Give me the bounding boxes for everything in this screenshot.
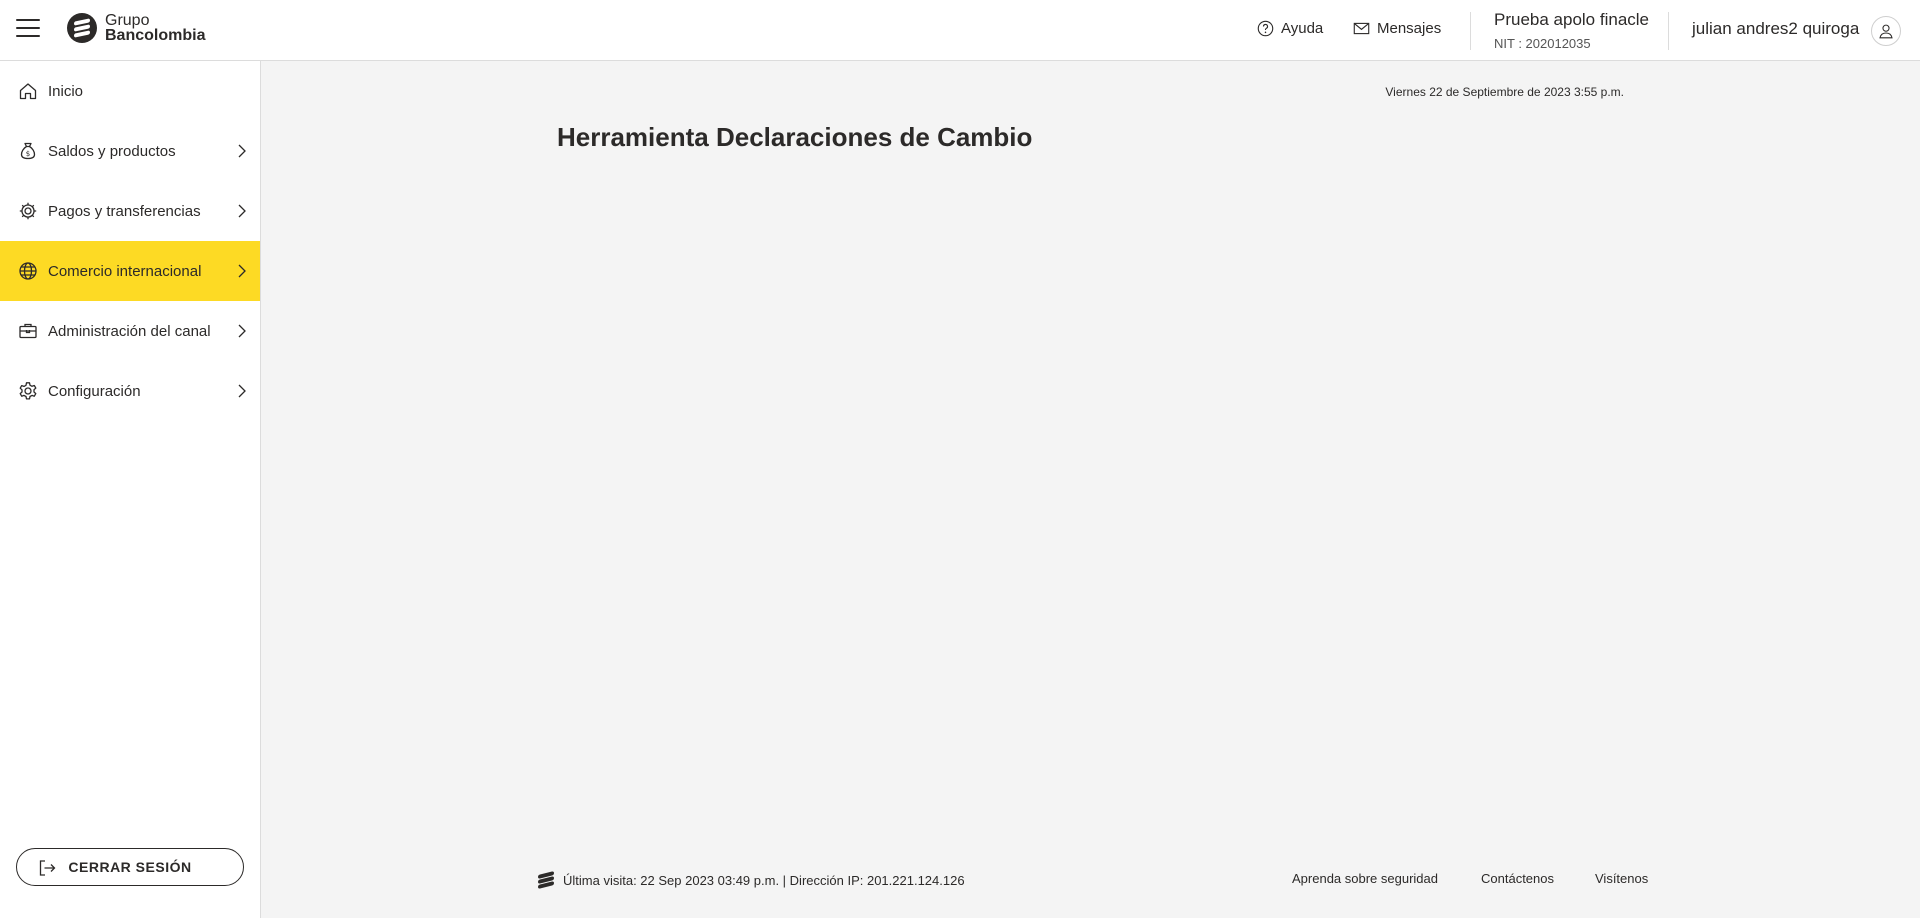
bancolombia-logo[interactable]: Grupo Bancolombia [67, 12, 206, 44]
sidebar-item-saldos[interactable]: $ Saldos y productos [0, 121, 260, 181]
company-name: Prueba apolo finacle [1494, 10, 1650, 29]
sidebar-item-configuracion[interactable]: Configuración [0, 361, 260, 421]
header-divider [1668, 12, 1669, 50]
help-link[interactable]: Ayuda [1257, 20, 1323, 37]
sidebar-item-inicio[interactable]: Inicio [0, 61, 260, 121]
sidebar-item-label: Comercio internacional [48, 262, 202, 280]
logo-text-line1: Grupo [105, 12, 150, 29]
last-visit-text: Última visita: 22 Sep 2023 03:49 p.m. | … [563, 872, 965, 888]
home-icon [18, 81, 38, 101]
logout-button[interactable]: CERRAR SESIÓN [16, 848, 244, 886]
chevron-right-icon [238, 324, 246, 338]
sidebar-item-comercio-internacional[interactable]: Comercio internacional [0, 241, 260, 301]
page-title: Herramienta Declaraciones de Cambio [557, 122, 1033, 152]
header-divider [1470, 12, 1471, 50]
sidebar-item-pagos[interactable]: Pagos y transferencias [0, 181, 260, 241]
svg-text:$: $ [26, 150, 30, 158]
current-datetime: Viernes 22 de Septiembre de 2023 3:55 p.… [1385, 85, 1624, 99]
user-icon [1879, 24, 1893, 39]
chevron-right-icon [238, 264, 246, 278]
logo-mark-icon [67, 13, 97, 43]
briefcase-icon [18, 321, 38, 341]
sidebar-item-administracion[interactable]: Administración del canal [0, 301, 260, 361]
footer-link-contact[interactable]: Contáctenos [1481, 871, 1554, 886]
chevron-right-icon [238, 204, 246, 218]
sidebar-item-label: Saldos y productos [48, 142, 176, 160]
help-circle-icon [1257, 20, 1274, 37]
logout-icon [39, 860, 56, 876]
user-name: julian andres2 quiroga [1692, 19, 1860, 38]
top-header: Grupo Bancolombia Ayuda Mensajes Prueba … [0, 0, 1920, 61]
sidebar: Inicio $ Saldos y productos Pagos y tran… [0, 61, 261, 918]
payments-gear-icon [18, 201, 38, 221]
chevron-right-icon [238, 144, 246, 158]
chevron-right-icon [238, 384, 246, 398]
sidebar-item-label: Administración del canal [48, 322, 211, 340]
logo-text-line2: Bancolombia [105, 27, 206, 44]
user-avatar[interactable] [1871, 16, 1901, 46]
sidebar-item-label: Configuración [48, 382, 141, 400]
money-bag-icon: $ [18, 141, 38, 161]
gear-icon [18, 381, 38, 401]
sidebar-item-label: Inicio [48, 82, 84, 100]
sidebar-item-label: Pagos y transferencias [48, 202, 201, 220]
company-info: Prueba apolo finacle NIT : 202012035 [1494, 10, 1649, 51]
footer-link-security[interactable]: Aprenda sobre seguridad [1292, 871, 1438, 886]
messages-link[interactable]: Mensajes [1353, 20, 1441, 37]
footer-link-visit[interactable]: Visítenos [1595, 871, 1648, 886]
bancolombia-mini-logo-icon [537, 871, 555, 889]
logout-label: CERRAR SESIÓN [68, 859, 192, 875]
footer-last-visit: Última visita: 22 Sep 2023 03:49 p.m. | … [537, 871, 965, 889]
company-nit: NIT : 202012035 [1494, 36, 1591, 51]
globe-icon [18, 261, 38, 281]
envelope-icon [1353, 22, 1370, 35]
menu-hamburger-icon[interactable] [16, 19, 40, 39]
messages-label: Mensajes [1377, 20, 1442, 37]
help-label: Ayuda [1281, 20, 1324, 37]
